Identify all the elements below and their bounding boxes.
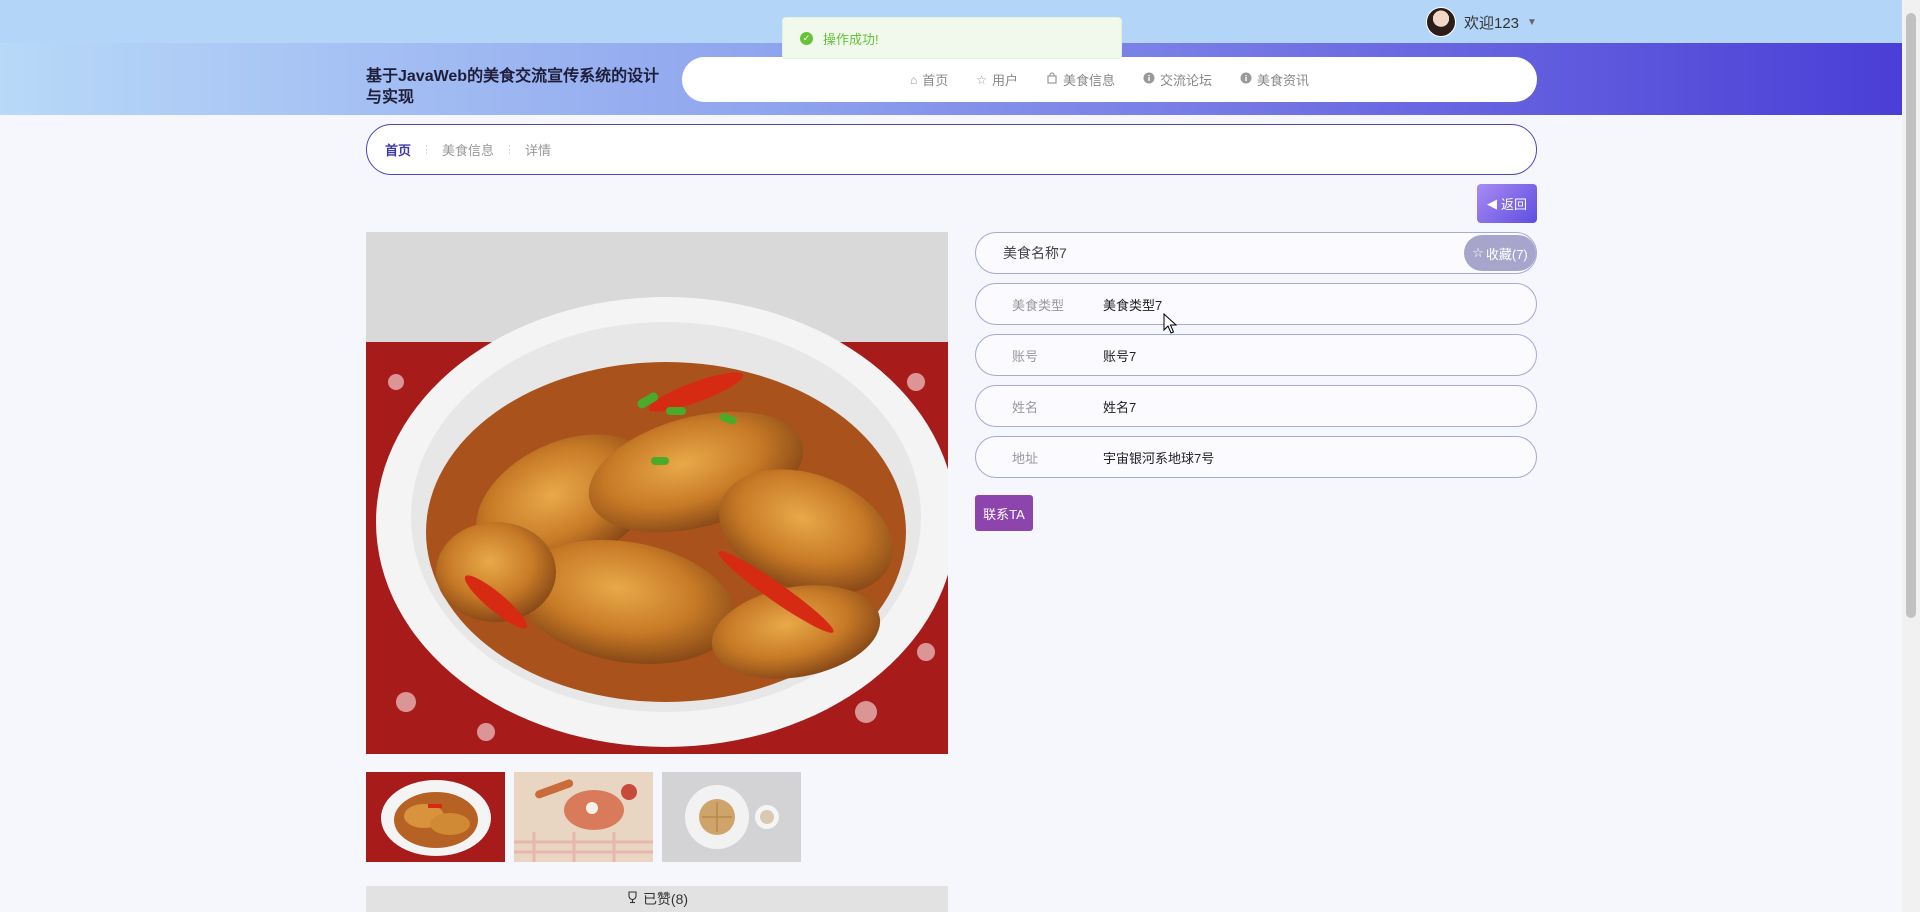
breadcrumb: 首页 ⋮ 美食信息 ⋮ 详情 (366, 124, 1537, 175)
breadcrumb-home[interactable]: 首页 (385, 140, 411, 159)
info-circle-icon (1143, 72, 1155, 87)
site-title: 基于JavaWeb的美食交流宣传系统的设计与实现 (366, 68, 660, 106)
breadcrumb-separator: ⋮ (504, 144, 516, 156)
back-button[interactable]: ◀ 返回 (1477, 184, 1537, 223)
nav-item-label: 首页 (922, 73, 949, 88)
nav-item-label: 交流论坛 (1160, 73, 1213, 88)
thumbnail-3[interactable] (662, 772, 801, 862)
thumbnail-1[interactable] (366, 772, 505, 862)
caret-left-icon: ◀ (1486, 195, 1497, 211)
field-label: 美食类型 (1012, 297, 1065, 313)
star-icon: ☆ (1472, 245, 1484, 260)
welcome-text: 欢迎123 (1464, 14, 1520, 32)
thumbnail-list (366, 772, 801, 862)
trophy-icon (626, 891, 639, 907)
like-label: 已赞(8) (642, 891, 689, 907)
main-nav: ⌂ 首页 ☆ 用户 美食信息 交流论坛 美食资讯 (682, 57, 1537, 102)
bag-icon (1046, 72, 1058, 87)
nav-item-label: 美食资讯 (1257, 73, 1310, 88)
field-label: 地址 (1012, 450, 1039, 466)
thumbnail-2[interactable] (514, 772, 653, 862)
field-label: 账号 (1012, 348, 1039, 364)
field-value: 宇宙银河系地球7号 (1103, 450, 1215, 466)
star-icon: ☆ (976, 72, 987, 87)
food-name: 美食名称7 (1003, 245, 1067, 261)
scrollbar-thumb[interactable] (1906, 13, 1916, 618)
field-value: 账号7 (1103, 348, 1137, 364)
nav-item-label: 用户 (991, 73, 1018, 88)
success-toast: ✓ 操作成功! (782, 17, 1122, 59)
mouse-cursor-icon (1163, 313, 1177, 334)
field-value: 美食类型7 (1103, 297, 1163, 313)
user-menu[interactable]: 欢迎123 ▼ (1426, 6, 1537, 38)
nav-item-food-info[interactable]: 美食信息 (1046, 70, 1115, 89)
nav-item-home[interactable]: ⌂ 首页 (910, 70, 948, 89)
info-row-name: 姓名 姓名7 (975, 385, 1537, 427)
toast-message: 操作成功! (823, 31, 879, 47)
info-row-address: 地址 宇宙银河系地球7号 (975, 436, 1537, 478)
favorite-button[interactable]: ☆ 收藏(7) (1464, 235, 1536, 271)
back-label: 返回 (1500, 197, 1527, 212)
nav-item-food-news[interactable]: 美食资讯 (1240, 70, 1309, 89)
favorite-label: 收藏(7) (1485, 246, 1528, 262)
field-label: 姓名 (1012, 399, 1039, 415)
avatar (1426, 7, 1456, 37)
info-row-food-type: 美食类型 美食类型7 (975, 283, 1537, 325)
contact-button[interactable]: 联系TA (975, 495, 1033, 531)
info-row-account: 账号 账号7 (975, 334, 1537, 376)
breadcrumb-food-info[interactable]: 美食信息 (442, 140, 494, 159)
page-scrollbar[interactable] (1902, 0, 1920, 912)
nav-item-forum[interactable]: 交流论坛 (1143, 70, 1212, 89)
info-circle-icon (1240, 72, 1252, 87)
nav-item-label: 美食信息 (1063, 73, 1116, 88)
like-button[interactable]: 已赞(8) (366, 886, 948, 912)
nav-item-users[interactable]: ☆ 用户 (976, 70, 1018, 89)
food-main-image (366, 232, 948, 754)
breadcrumb-detail: 详情 (525, 143, 552, 158)
breadcrumb-separator: ⋮ (421, 144, 433, 156)
food-name-row: 美食名称7 ☆ 收藏(7) (975, 232, 1537, 274)
home-icon: ⌂ (909, 72, 918, 87)
check-circle-icon: ✓ (800, 31, 813, 45)
field-value: 姓名7 (1103, 399, 1137, 415)
caret-down-icon: ▼ (1527, 16, 1537, 28)
